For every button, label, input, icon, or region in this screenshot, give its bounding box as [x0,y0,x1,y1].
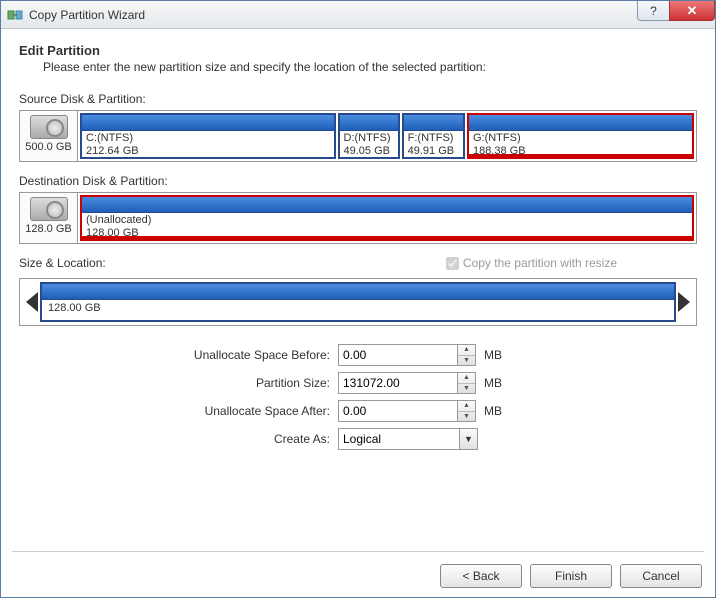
disk-icon [30,197,68,221]
partition-size-input[interactable] [338,372,458,394]
dest-disk-capacity: 128.0 GB [20,223,77,235]
close-button[interactable]: ✕ [669,1,715,21]
dest-label: Destination Disk & Partition: [19,174,697,188]
page-subtitle: Please enter the new partition size and … [43,60,697,74]
resize-handle-left[interactable] [26,292,38,312]
footer-separator [12,551,704,552]
unalloc-before-label: Unallocate Space Before: [148,348,338,362]
copy-resize-checkbox[interactable] [446,257,459,270]
partition-block[interactable]: F:(NTFS)49.91 GB [402,113,465,159]
source-label: Source Disk & Partition: [19,92,697,106]
partition-block[interactable]: G:(NTFS)188.38 GB [467,113,694,159]
cancel-button[interactable]: Cancel [620,564,702,588]
unalloc-after-label: Unallocate Space After: [148,404,338,418]
unit-label: MB [484,376,502,390]
unalloc-before-input[interactable] [338,344,458,366]
unalloc-before-spinner[interactable]: ▲▼ [458,344,476,366]
copy-resize-checkbox-wrap: Copy the partition with resize [446,256,617,270]
unalloc-after-input[interactable] [338,400,458,422]
resize-partition-label: 128.00 GB [42,300,674,316]
app-icon [7,7,23,23]
partition-block[interactable]: (Unallocated)128.00 GB [80,195,694,241]
partition-block[interactable]: C:(NTFS)212.64 GB [80,113,336,159]
source-disk-icon-cell: 500.0 GB [20,111,78,161]
partition-size-label: Partition Size: [148,376,338,390]
finish-button[interactable]: Finish [530,564,612,588]
partition-block[interactable]: D:(NTFS)49.05 GB [338,113,400,159]
chevron-down-icon: ▼ [459,429,477,449]
page-title: Edit Partition [19,43,697,58]
window-title: Copy Partition Wizard [29,8,145,22]
unit-label: MB [484,404,502,418]
dest-disk-row: 128.0 GB (Unallocated)128.00 GB [19,192,697,244]
back-button[interactable]: < Back [440,564,522,588]
unalloc-after-spinner[interactable]: ▲▼ [458,400,476,422]
resize-handle-right[interactable] [678,292,690,312]
dest-partitions: (Unallocated)128.00 GB [78,193,696,243]
source-disk-row: 500.0 GB C:(NTFS)212.64 GBD:(NTFS)49.05 … [19,110,697,162]
help-button[interactable]: ? [637,1,669,21]
dest-disk-icon-cell: 128.0 GB [20,193,78,243]
partition-size-spinner[interactable]: ▲▼ [458,372,476,394]
source-partitions: C:(NTFS)212.64 GBD:(NTFS)49.05 GBF:(NTFS… [78,111,696,161]
create-as-value: Logical [339,432,459,446]
copy-resize-label: Copy the partition with resize [463,256,617,270]
resize-partition[interactable]: 128.00 GB [40,282,676,322]
source-disk-capacity: 500.0 GB [20,141,77,153]
unit-label: MB [484,348,502,362]
create-as-label: Create As: [148,432,338,446]
create-as-select[interactable]: Logical ▼ [338,428,478,450]
title-bar: Copy Partition Wizard ? ✕ [1,1,715,29]
size-location-label: Size & Location: [19,256,106,270]
disk-icon [30,115,68,139]
resize-box: 128.00 GB [19,278,697,326]
